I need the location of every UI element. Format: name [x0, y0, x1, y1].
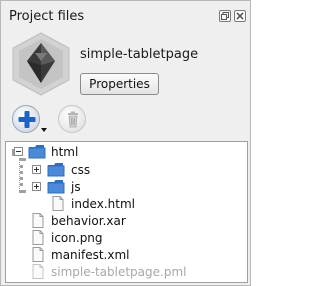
project-files-panel: Project files simple-tabletpage Properti… [0, 0, 251, 286]
trash-icon [68, 111, 78, 128]
dropdown-arrow-icon[interactable] [41, 128, 47, 132]
tree-item-label: index.html [71, 197, 135, 211]
tree-item-label: icon.png [51, 231, 103, 245]
tree-item-index-html[interactable]: index.html [6, 196, 246, 212]
tree-item-label: js [71, 180, 81, 194]
float-icon[interactable] [219, 10, 231, 22]
tree-item-label: simple-tabletpage.pml [51, 265, 187, 279]
folder-icon [47, 163, 65, 177]
file-icon [32, 247, 44, 262]
tree-item-html[interactable]: html [6, 144, 246, 160]
tree-item-label: manifest.xml [51, 248, 130, 262]
expand-toggle[interactable] [32, 182, 41, 191]
tree-item-manifest-xml[interactable]: manifest.xml [6, 247, 246, 263]
tree-item-js[interactable]: js [6, 179, 246, 195]
add-button[interactable] [12, 105, 40, 133]
collapse-toggle[interactable] [14, 147, 23, 156]
file-icon [32, 213, 44, 228]
file-icon [52, 196, 64, 211]
tree-item-icon-png[interactable]: icon.png [6, 230, 246, 246]
delete-button[interactable] [58, 105, 86, 133]
panel-title-bar: Project files [1, 1, 250, 31]
project-name: simple-tabletpage [80, 47, 199, 62]
file-icon [32, 264, 44, 279]
tree-item-label: css [71, 163, 91, 177]
tree-item-behavior-xar[interactable]: behavior.xar [6, 213, 246, 229]
expand-toggle[interactable] [32, 165, 41, 174]
add-plus-icon [18, 111, 36, 128]
folder-icon [28, 145, 46, 159]
panel-title: Project files [9, 9, 85, 24]
folder-icon [47, 180, 65, 194]
tree-item-label: html [51, 145, 79, 159]
properties-button[interactable]: Properties [80, 73, 159, 95]
file-tree[interactable]: html css js index.html behavior.xar icon… [5, 141, 248, 283]
tree-item-project-pml[interactable]: simple-tabletpage.pml [6, 264, 246, 280]
choregraphe-logo-icon [12, 32, 70, 96]
close-icon[interactable] [234, 10, 246, 22]
file-icon [32, 230, 44, 245]
tree-item-css[interactable]: css [6, 162, 246, 178]
tree-item-label: behavior.xar [51, 214, 126, 228]
